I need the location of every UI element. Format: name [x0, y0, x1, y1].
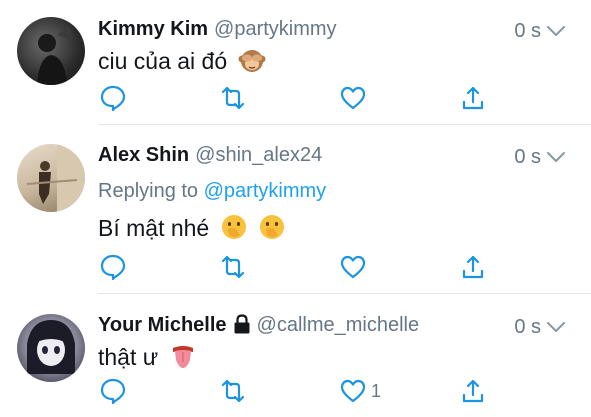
hand-over-mouth-emoji [258, 213, 286, 247]
avatar[interactable] [17, 17, 85, 85]
like-heart-icon[interactable] [339, 84, 367, 112]
replying-to-mention-link[interactable]: @partykimmy [204, 180, 327, 202]
replying-to-label: Replying to [98, 180, 199, 202]
tweet-header: Kimmy Kim @partykimmy [98, 18, 337, 44]
protected-lock-icon [234, 314, 250, 334]
tweet-text: ciu của ai đó [98, 46, 266, 80]
tweet-2[interactable]: Alex Shin @shin_alex24 0 s Replying to @p… [0, 125, 591, 293]
timestamp[interactable]: 0 s [514, 316, 541, 339]
tweet-header: Alex Shin @shin_alex24 [98, 144, 322, 170]
chevron-down-icon[interactable] [545, 20, 567, 42]
display-name[interactable]: Alex Shin [98, 144, 189, 166]
share-icon[interactable] [459, 253, 487, 281]
hand-over-mouth-emoji [220, 213, 248, 247]
like-heart-icon[interactable] [339, 253, 367, 281]
tongue-emoji [169, 342, 197, 376]
tweet-1[interactable]: Kimmy Kim @partykimmy 0 s ciu của ai đó [0, 0, 591, 124]
tweet-text-content: Bí mật nhé [98, 215, 210, 242]
user-handle[interactable]: @partykimmy [214, 18, 337, 40]
like-count: 1 [371, 381, 382, 401]
reply-icon[interactable] [99, 84, 127, 112]
tweet-header: Your Michelle @callme_michelle [98, 314, 419, 340]
tweet-3[interactable]: Your Michelle @callme_michelle 0 s thật … [0, 294, 591, 417]
chevron-down-icon[interactable] [545, 316, 567, 338]
timestamp[interactable]: 0 s [514, 20, 541, 43]
like-heart-icon[interactable] [339, 377, 367, 405]
tweet-text: thật ư [98, 342, 197, 376]
user-handle[interactable]: @callme_michelle [257, 314, 420, 336]
retweet-icon[interactable] [219, 84, 247, 112]
replying-to-line: Replying to @partykimmy [98, 180, 326, 203]
share-icon[interactable] [459, 84, 487, 112]
see-no-evil-monkey-emoji [238, 46, 266, 80]
avatar[interactable] [17, 144, 85, 212]
avatar[interactable] [17, 314, 85, 382]
retweet-icon[interactable] [219, 377, 247, 405]
tweet-text-content: thật ư [98, 344, 159, 371]
tweet-text: Bí mật nhé [98, 213, 286, 247]
chevron-down-icon[interactable] [545, 146, 567, 168]
user-handle[interactable]: @shin_alex24 [195, 144, 322, 166]
share-icon[interactable] [459, 377, 487, 405]
timestamp[interactable]: 0 s [514, 146, 541, 169]
reply-icon[interactable] [99, 253, 127, 281]
display-name[interactable]: Your Michelle [98, 314, 227, 336]
retweet-icon[interactable] [219, 253, 247, 281]
display-name[interactable]: Kimmy Kim [98, 18, 208, 40]
reply-icon[interactable] [99, 377, 127, 405]
tweet-text-content: ciu của ai đó [98, 48, 228, 75]
